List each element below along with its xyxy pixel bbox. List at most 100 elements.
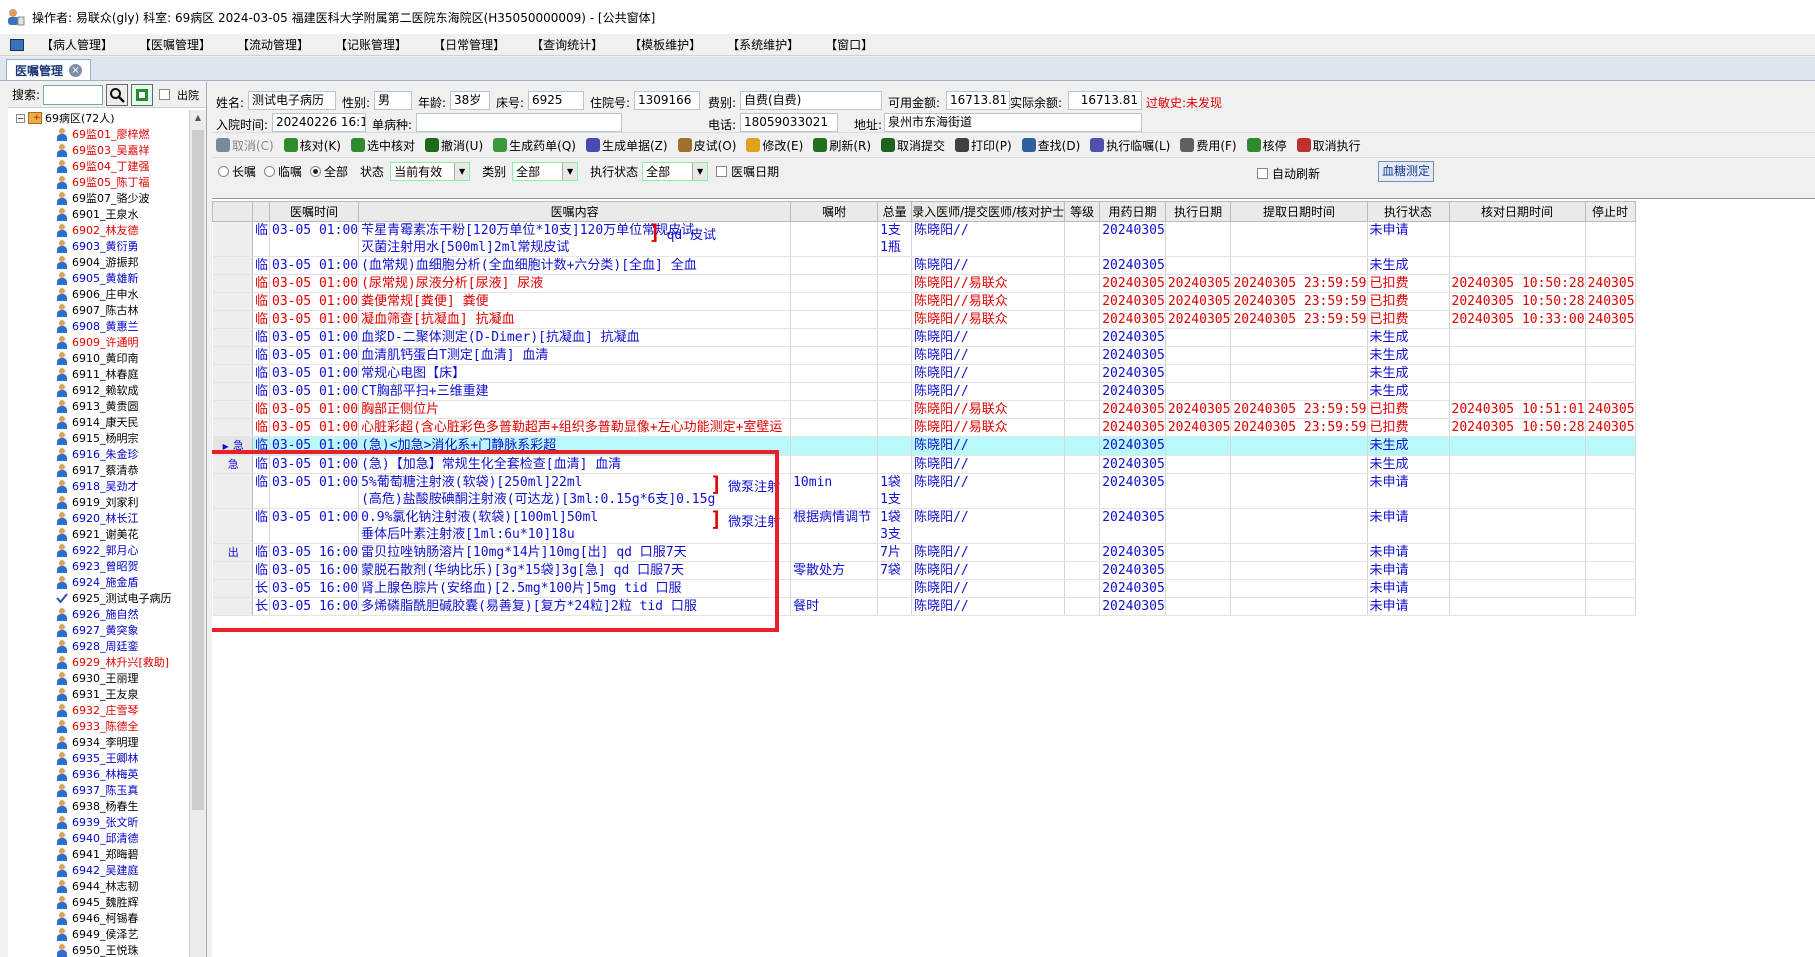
address-field[interactable]: 泉州市东海街道 <box>884 113 1142 132</box>
column-header[interactable]: 停止时 <box>1584 201 1636 222</box>
phone-field[interactable]: 18059033021 <box>740 113 838 132</box>
menu-window[interactable]: 【窗口】 <box>812 36 886 53</box>
patient-node[interactable]: 69监07_骆少波 <box>8 190 189 206</box>
menu-app-icon[interactable] <box>10 38 24 51</box>
order-row[interactable]: 急临 03-05 01:00 (急)【加急】常规生化全套检查[血清] 血清 陈晓阳//… <box>212 455 1636 474</box>
patient-node[interactable]: 6935_王卿林 <box>8 750 189 766</box>
patient-node[interactable]: 6927_黄突象 <box>8 622 189 638</box>
order-row[interactable]: 临 03-05 01:00 0.9%氯化钠注射液(软袋)[100ml]50ml 垂体后… <box>212 508 1636 544</box>
toolbar-button[interactable]: 费用(F) <box>1180 137 1237 154</box>
scroll-thumb[interactable] <box>192 130 204 810</box>
toolbar-button[interactable]: 取消(C) <box>216 137 274 154</box>
type-select[interactable]: 全部 ▼ <box>512 161 579 181</box>
order-row[interactable]: 临 03-05 01:00 (尿常规)尿液分析[尿液] 尿液 陈晓阳//易联众 2024… <box>212 274 1636 293</box>
toolbar-button[interactable]: 撤消(U) <box>425 137 483 154</box>
column-header[interactable]: 提取日期时间 <box>1230 201 1368 222</box>
patient-node[interactable]: 6918_吴劲才 <box>8 478 189 494</box>
order-row[interactable]: 临 03-05 01:00 心脏彩超(含心脏彩色多普勒超声+组织多普勒显像+左心功能… <box>212 418 1636 437</box>
order-row[interactable]: ▶ 急临 03-05 01:00 (急)<加急>消化系+门静脉系彩超 陈晓阳// 2024… <box>212 436 1636 456</box>
category-field[interactable]: 自费(自费) <box>740 91 882 110</box>
patient-node[interactable]: 6920_林长江 <box>8 510 189 526</box>
patient-node[interactable]: 6938_杨春生 <box>8 798 189 814</box>
tree-scrollbar[interactable]: ▲ <box>189 110 206 957</box>
patient-node[interactable]: 6926_施自然 <box>8 606 189 622</box>
name-field[interactable]: 测试电子病历 <box>248 91 336 110</box>
patient-node[interactable]: 6941_郑晦碧 <box>8 846 189 862</box>
patient-node[interactable]: 69监05_陈丁福 <box>8 174 189 190</box>
temp-radio[interactable] <box>264 165 276 177</box>
search-input[interactable] <box>43 84 104 105</box>
menu-flow[interactable]: 【流动管理】 <box>224 36 322 53</box>
patient-node[interactable]: 6931_王友泉 <box>8 686 189 702</box>
toolbar-button[interactable]: 打印(P) <box>955 137 1012 154</box>
patient-node[interactable]: 6909_许通明 <box>8 334 189 350</box>
toolbar-button[interactable]: 生成药单(Q) <box>493 137 576 154</box>
column-header[interactable] <box>212 201 253 222</box>
admit-field[interactable]: 20240226 16:11:49 <box>272 113 366 132</box>
order-row[interactable]: 临 03-05 01:00 血浆D-二聚体测定(D-Dimer)[抗凝血] 抗凝血 陈… <box>212 328 1636 347</box>
bed-field[interactable]: 6925 <box>528 91 584 110</box>
patient-node[interactable]: 6924_施金盾 <box>8 574 189 590</box>
patient-node[interactable]: 6902_林友德 <box>8 222 189 238</box>
patient-node[interactable]: 6904_游振邦 <box>8 254 189 270</box>
patient-node[interactable]: 6910_黄印南 <box>8 350 189 366</box>
menu-template[interactable]: 【模板维护】 <box>616 36 714 53</box>
order-row[interactable]: 临 03-05 01:00 常规心电图【床】 陈晓阳// 20240305 未生成 <box>212 364 1636 383</box>
order-row[interactable]: 长 03-05 16:00 多烯磷脂酰胆碱胶囊(易善复)[复方*24粒]2粒 tid… <box>212 597 1636 616</box>
collapse-icon[interactable]: − <box>16 113 25 123</box>
toolbar-button[interactable]: 刷新(R) <box>813 137 871 154</box>
menu-patient[interactable]: 【病人管理】 <box>28 36 126 53</box>
status-select[interactable]: 当前有效 ▼ <box>390 161 471 181</box>
patient-node[interactable]: 6936_林梅英 <box>8 766 189 782</box>
toolbar-button[interactable]: 取消提交 <box>881 137 945 154</box>
auto-refresh-checkbox[interactable] <box>1257 168 1268 179</box>
patient-node[interactable]: 6934_李明理 <box>8 734 189 750</box>
patient-node[interactable]: 6906_庄申水 <box>8 286 189 302</box>
all-radio[interactable] <box>310 165 322 177</box>
column-header[interactable]: 执行状态 <box>1366 201 1450 222</box>
order-row[interactable]: 临 03-05 01:00 苄星青霉素冻干粉[120万单位*10支]120万单位常规… <box>212 221 1636 257</box>
patient-node[interactable]: 6944_林志韧 <box>8 878 189 894</box>
patient-node[interactable]: 6901_王泉水 <box>8 206 189 222</box>
date-checkbox[interactable] <box>716 165 728 177</box>
toolbar-button[interactable]: 查找(D) <box>1021 137 1080 154</box>
order-row[interactable]: 临 03-05 01:00 凝血筛查[抗凝血] 抗凝血 陈晓阳//易联众 2024030… <box>212 310 1636 329</box>
close-icon[interactable]: × <box>69 63 83 77</box>
patient-node[interactable]: 6916_朱金珍 <box>8 446 189 462</box>
column-header[interactable]: 执行日期 <box>1164 201 1232 222</box>
toolbar-button[interactable]: 核对(K) <box>283 137 341 154</box>
column-header[interactable]: 医嘱内容 <box>358 201 792 222</box>
patient-node[interactable]: 6915_杨明宗 <box>8 430 189 446</box>
toolbar-button[interactable]: 选中核对 <box>350 137 415 154</box>
toolbar-button[interactable]: 取消执行 <box>1296 137 1361 154</box>
menu-query[interactable]: 【查询统计】 <box>518 36 616 53</box>
order-row[interactable]: 长 03-05 16:00 肾上腺色腙片(安络血)[2.5mg*100片]5mg t… <box>212 579 1636 598</box>
order-row[interactable]: 临 03-05 01:00 (血常规)血细胞分析(全血细胞计数+六分类)[全血] 全… <box>212 256 1636 275</box>
patient-node[interactable]: 6905_黄雄新 <box>8 270 189 286</box>
glucose-button[interactable]: 血糖测定 <box>1378 161 1434 182</box>
toolbar-button[interactable]: 执行临嘱(L) <box>1090 137 1170 154</box>
patient-node[interactable]: 6919_刘家利 <box>8 494 189 510</box>
scroll-up-icon[interactable]: ▲ <box>190 110 206 126</box>
exec-select[interactable]: 全部 ▼ <box>642 161 709 181</box>
column-header[interactable]: 总量 <box>877 201 913 222</box>
toolbar-button[interactable]: 核停 <box>1246 137 1287 154</box>
order-row[interactable]: 临 03-05 01:00 5%葡萄糖注射液(软袋)[250ml]22ml (高危)盐… <box>212 473 1636 509</box>
inpatient-field[interactable]: 1309166 <box>634 91 700 110</box>
patient-node[interactable]: 6950_王悦珠 <box>8 942 189 957</box>
menu-billing[interactable]: 【记账管理】 <box>322 36 420 53</box>
tab-orders[interactable]: 医嘱管理 × <box>6 59 92 80</box>
toolbar-button[interactable]: 修改(E) <box>746 137 803 154</box>
patient-node[interactable]: 6907_陈古林 <box>8 302 189 318</box>
patient-node[interactable]: 6908_黄惠兰 <box>8 318 189 334</box>
order-row[interactable]: 临 03-05 01:00 血清肌钙蛋白T测定[血清] 血清 陈晓阳// 2024030… <box>212 346 1636 365</box>
patient-node[interactable]: 6911_林春庭 <box>8 366 189 382</box>
patient-node[interactable]: 6933_陈德全 <box>8 718 189 734</box>
order-row[interactable]: 临 03-05 01:00 粪便常规[粪便] 粪便 陈晓阳//易联众 20240305 2… <box>212 292 1636 311</box>
patient-node[interactable]: 6913_黄贵圆 <box>8 398 189 414</box>
long-radio[interactable] <box>218 165 229 177</box>
menu-daily[interactable]: 【日常管理】 <box>420 36 518 53</box>
column-header[interactable]: 等级 <box>1064 201 1101 222</box>
auto-refresh[interactable]: 自动刷新 <box>1257 165 1320 182</box>
toolbar-button[interactable]: 生成单据(Z) <box>585 137 668 154</box>
